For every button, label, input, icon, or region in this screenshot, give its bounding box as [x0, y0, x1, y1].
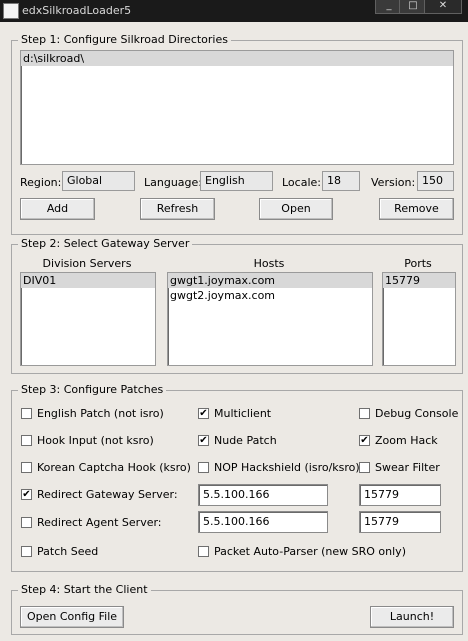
gateway-ip-input[interactable]: 5.5.100.166 — [198, 484, 328, 506]
hook-input-label: Hook Input (not ksro) — [37, 434, 154, 447]
division-item[interactable]: DIV01 — [21, 273, 155, 288]
nude-patch-label: Nude Patch — [214, 434, 277, 447]
multiclient-label: Multiclient — [214, 407, 272, 420]
division-servers-header: Division Servers — [42, 257, 132, 270]
zoom-hack-checkbox[interactable]: ✔ — [359, 435, 370, 446]
hook-input-checkbox[interactable] — [21, 435, 32, 446]
hosts-list[interactable]: gwgt1.joymax.com gwgt2.joymax.com — [167, 272, 373, 366]
refresh-button[interactable]: Refresh — [140, 198, 215, 220]
locale-label: Locale: — [282, 176, 321, 189]
hosts-header: Hosts — [253, 257, 285, 270]
redirect-agent-label: Redirect Agent Server: — [37, 516, 162, 529]
add-button[interactable]: Add — [20, 198, 95, 220]
launch-button[interactable]: Launch! — [370, 606, 454, 628]
region-value: Global — [62, 171, 135, 191]
region-label: Region: — [20, 176, 62, 189]
host-item[interactable]: gwgt1.joymax.com — [168, 273, 372, 288]
zoom-hack-label: Zoom Hack — [375, 434, 438, 447]
window-title: edxSilkroadLoader5 — [22, 4, 132, 17]
close-button[interactable]: ✕ — [424, 0, 462, 14]
directory-list[interactable]: d:\silkroad\ — [20, 50, 454, 165]
swear-filter-checkbox[interactable] — [359, 462, 370, 473]
step2-legend: Step 2: Select Gateway Server — [18, 237, 193, 250]
korean-captcha-checkbox[interactable] — [21, 462, 32, 473]
redirect-agent-checkbox[interactable] — [21, 517, 32, 528]
ports-list[interactable]: 15779 — [382, 272, 456, 366]
english-patch-checkbox[interactable] — [21, 408, 32, 419]
debug-console-label: Debug Console — [375, 407, 459, 420]
open-button[interactable]: Open — [259, 198, 333, 220]
multiclient-checkbox[interactable]: ✔ — [198, 408, 209, 419]
locale-value: 18 — [322, 171, 360, 191]
step1-legend: Step 1: Configure Silkroad Directories — [18, 33, 231, 46]
language-label: Language: — [144, 176, 202, 189]
host-item[interactable]: gwgt2.joymax.com — [168, 288, 372, 303]
patch-seed-checkbox[interactable] — [21, 546, 32, 557]
directory-item[interactable]: d:\silkroad\ — [21, 51, 453, 66]
debug-console-checkbox[interactable] — [359, 408, 370, 419]
agent-ip-input[interactable]: 5.5.100.166 — [198, 511, 328, 533]
packet-parser-checkbox[interactable] — [198, 546, 209, 557]
division-servers-list[interactable]: DIV01 — [20, 272, 156, 366]
korean-captcha-label: Korean Captcha Hook (ksro) — [37, 461, 191, 474]
agent-port-input[interactable]: 15779 — [359, 511, 441, 533]
port-item[interactable]: 15779 — [383, 273, 455, 288]
redirect-gateway-checkbox[interactable]: ✔ — [21, 489, 32, 500]
remove-button[interactable]: Remove — [379, 198, 454, 220]
step4-legend: Step 4: Start the Client — [18, 583, 151, 596]
english-patch-label: English Patch (not isro) — [37, 407, 164, 420]
step3-legend: Step 3: Configure Patches — [18, 383, 167, 396]
nude-patch-checkbox[interactable]: ✔ — [198, 435, 209, 446]
nop-hackshield-label: NOP Hackshield (isro/ksro) — [214, 461, 360, 474]
app-icon — [3, 3, 19, 19]
nop-hackshield-checkbox[interactable] — [198, 462, 209, 473]
ports-header: Ports — [404, 257, 432, 270]
patch-seed-label: Patch Seed — [37, 545, 99, 558]
version-value: 150 — [417, 171, 454, 191]
packet-parser-label: Packet Auto-Parser (new SRO only) — [214, 545, 406, 558]
gateway-port-input[interactable]: 15779 — [359, 484, 441, 506]
title-bar: edxSilkroadLoader5 _ □ ✕ — [0, 0, 468, 22]
version-label: Version: — [371, 176, 416, 189]
redirect-gateway-label: Redirect Gateway Server: — [37, 488, 178, 501]
maximize-button[interactable]: □ — [399, 0, 427, 14]
swear-filter-label: Swear Filter — [375, 461, 440, 474]
language-value: English — [200, 171, 273, 191]
open-config-button[interactable]: Open Config File — [20, 606, 124, 628]
